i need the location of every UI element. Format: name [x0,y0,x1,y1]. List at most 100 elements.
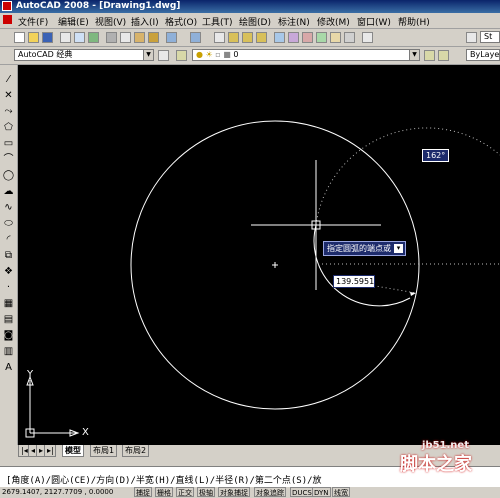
ellipse-arc-icon[interactable]: ◜ [2,233,15,246]
coordinate-readout[interactable]: 2679.1407, 2127.7709 , 0.0000 [2,487,113,497]
dynamic-prompt: 指定圆弧的端点或 ▾ [323,241,406,256]
hatch-icon[interactable]: ▦ [2,297,15,310]
document-menu-icon[interactable] [3,15,12,24]
arrow-down-key-icon[interactable]: ▾ [394,244,403,253]
menu-edit[interactable]: 编辑(E) [58,15,89,28]
menu-help[interactable]: 帮助(H) [398,15,430,28]
dyn-button[interactable]: DYN [312,487,331,497]
tab-layout1[interactable]: 布局1 [90,445,118,457]
match-properties-icon[interactable] [148,32,159,43]
markup-icon[interactable] [330,32,341,43]
design-center-icon[interactable] [288,32,299,43]
window-title: AutoCAD 2008 - [Drawing1.dwg] [16,1,181,11]
sheet-set-icon[interactable] [316,32,327,43]
layers-toolbar: AutoCAD 经典 ▼ ● ☀ ▫ ■ 0 ▼ ByLayer [0,47,500,65]
polar-button[interactable]: 极轴 [197,487,215,497]
grid-button[interactable]: 栅格 [155,487,173,497]
ortho-button[interactable]: 正交 [176,487,194,497]
length-input[interactable]: 139.5951 [333,275,375,288]
snap-button[interactable]: 捕捉 [134,487,152,497]
rectangle-icon[interactable]: ▭ [2,137,15,150]
pan-icon[interactable] [214,32,225,43]
layer-manager-icon[interactable] [176,50,187,61]
paste-icon[interactable] [134,32,145,43]
command-prompt-text: [角度(A)/圆心(CE)/方向(D)/半宽(H)/直线(L)/半径(R)/第二… [6,476,322,486]
open-icon[interactable] [28,32,39,43]
region-icon[interactable]: ◙ [2,329,15,342]
menu-modify[interactable]: 修改(M) [317,15,350,28]
zoom-realtime-icon[interactable] [228,32,239,43]
osnap-button[interactable]: 对象捕捉 [218,487,250,497]
save-icon[interactable] [42,32,53,43]
cut-icon[interactable] [106,32,117,43]
layer-name: 0 [233,50,239,59]
line-icon[interactable]: ⁄ [2,73,15,86]
tab-scroll-last-icon[interactable]: ▸| [44,445,56,457]
ellipse-icon[interactable]: ⬭ [2,217,15,230]
polygon-icon[interactable]: ⬠ [2,121,15,134]
crosshair-cursor-icon [251,160,381,290]
workspace-settings-icon[interactable] [158,50,169,61]
drawing-svg [25,120,500,438]
make-block-icon[interactable]: ❖ [2,265,15,278]
lineweight-button[interactable]: 线宽 [332,487,350,497]
tab-model[interactable]: 模型 [62,445,84,457]
otrack-button[interactable]: 对象追踪 [254,487,286,497]
layer-lock-icon: ▫ [215,50,221,59]
properties-icon[interactable] [274,32,285,43]
make-current-layer-icon[interactable] [424,50,435,61]
angle-readout: 162° [422,149,450,162]
menu-draw[interactable]: 绘图(D) [239,15,271,28]
menu-view[interactable]: 视图(V) [95,15,126,28]
autocad-logo-icon [2,1,12,11]
menu-file[interactable]: 文件(F) [18,15,48,28]
spline-icon[interactable]: ∿ [2,201,15,214]
ducs-button[interactable]: DUCS [290,487,314,497]
tool-palettes-icon[interactable] [302,32,313,43]
ucs-y-label: Y [27,369,34,380]
tab-layout2[interactable]: 布局2 [122,445,150,457]
redo-icon[interactable] [190,32,201,43]
menu-format[interactable]: 格式(O) [165,15,197,28]
layer-select[interactable]: ● ☀ ▫ ■ 0 ▼ [192,49,420,61]
color-select[interactable]: ByLayer [466,49,500,61]
zoom-window-icon[interactable] [242,32,253,43]
menu-bar: 文件(F) 编辑(E) 视图(V) 插入(I) 格式(O) 工具(T) 绘图(D… [0,13,500,29]
revision-cloud-icon[interactable]: ☁ [2,185,15,198]
multiline-text-icon[interactable]: A [2,361,15,374]
copy-icon[interactable] [120,32,131,43]
status-bar: 2679.1407, 2127.7709 , 0.0000 捕捉 栅格 正交 极… [0,487,500,497]
ucs-x-label: X [82,427,89,438]
workspace-label: AutoCAD 经典 [18,50,73,59]
menu-dimension[interactable]: 标注(N) [278,15,310,28]
circle-icon[interactable]: ◯ [2,169,15,182]
draw-toolbar: ⁄ ✕ ⤳ ⬠ ▭ ⌒ ◯ ☁ ∿ ⬭ ◜ ⧉ ❖ · ▦ ▤ ◙ ▥ A [0,65,18,445]
drawing-canvas[interactable]: Y X [18,65,500,448]
watermark-logo: jb51.net 脚本之家 [400,440,472,476]
construction-line-icon[interactable]: ✕ [2,89,15,102]
polyline-icon[interactable]: ⤳ [2,105,15,118]
table-icon[interactable]: ▥ [2,345,15,358]
zoom-previous-icon[interactable] [256,32,267,43]
layer-color-icon: ■ [223,50,231,59]
text-style-icon[interactable] [466,32,477,43]
menu-insert[interactable]: 插入(I) [131,15,159,28]
menu-tools[interactable]: 工具(T) [202,15,233,28]
help-icon[interactable] [362,32,373,43]
dimension-arrow-icon [410,292,416,296]
text-style-combo[interactable]: St [480,31,500,43]
insert-block-icon[interactable]: ⧉ [2,249,15,262]
print-icon[interactable] [60,32,71,43]
menu-window[interactable]: 窗口(W) [357,15,391,28]
publish-icon[interactable] [88,32,99,43]
point-icon[interactable]: · [2,281,15,294]
gradient-icon[interactable]: ▤ [2,313,15,326]
new-icon[interactable] [14,32,25,43]
calculator-icon[interactable] [344,32,355,43]
title-bar: AutoCAD 2008 - [Drawing1.dwg] [0,0,500,13]
layer-previous-icon[interactable] [438,50,449,61]
undo-icon[interactable] [166,32,177,43]
workspace-select[interactable]: AutoCAD 经典 ▼ [14,49,154,61]
arc-icon[interactable]: ⌒ [2,153,15,166]
print-preview-icon[interactable] [74,32,85,43]
